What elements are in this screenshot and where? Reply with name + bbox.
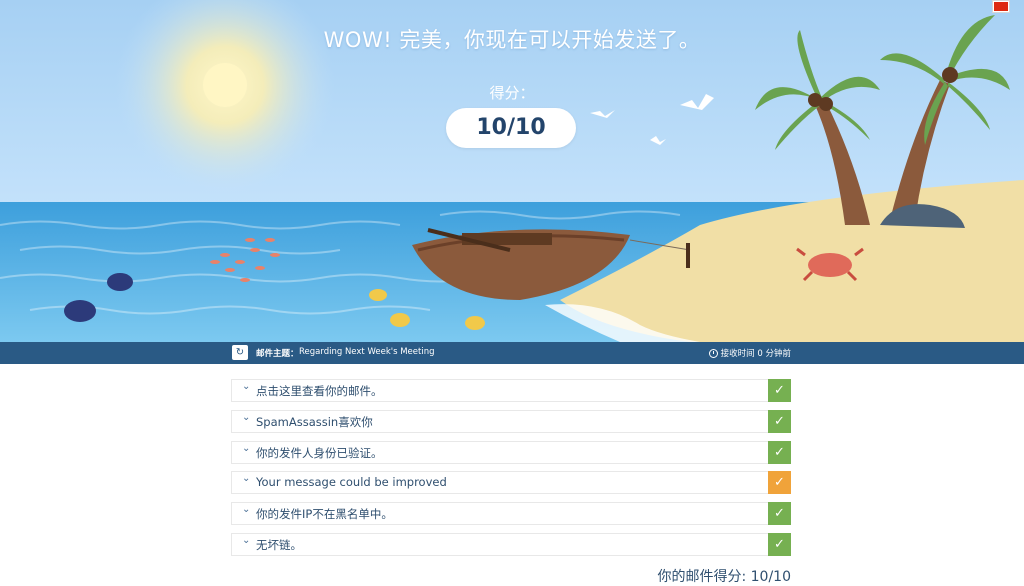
check-item-broken-links[interactable]: ⌄ 无坏链。 ✓ — [231, 532, 791, 556]
check-item-message-improved[interactable]: ⌄ Your message could be improved ✓ — [231, 471, 791, 495]
check-label: 点击这里查看你的邮件。 — [256, 384, 383, 398]
check-icon: ✓ — [768, 409, 791, 433]
check-label: Your message could be improved — [256, 475, 447, 490]
chevron-down-icon: ⌄ — [242, 504, 251, 516]
chevron-down-icon: ⌄ — [242, 411, 251, 423]
subject-label: 邮件主题： — [256, 349, 299, 359]
received-time: 接收时间 0 分钟前 — [708, 347, 791, 359]
score-value: 10/10 — [446, 108, 576, 148]
refresh-button[interactable]: ↻ — [232, 345, 248, 360]
check-label: SpamAssassin喜欢你 — [256, 414, 373, 429]
mail-score-summary: 你的邮件得分: 10/10 — [657, 569, 791, 585]
check-label: 你的发件IP不在黑名单中。 — [256, 507, 393, 522]
clock-icon — [708, 348, 718, 358]
check-icon: ✓ — [768, 532, 791, 556]
check-item-view-mail[interactable]: ⌄ 点击这里查看你的邮件。 ✓ — [231, 379, 791, 402]
check-item-sender-auth[interactable]: ⌄ 你的发件人身份已验证。 ✓ — [231, 440, 791, 464]
chevron-down-icon: ⌄ — [242, 381, 251, 392]
refresh-icon: ↻ — [235, 347, 245, 358]
received-text: 接收时间 0 分钟前 — [720, 349, 791, 359]
score-label: 得分： — [489, 84, 535, 102]
message-info-bar: ↻ 邮件主题： Regarding Next Week's Meeting 接收… — [0, 342, 1024, 364]
chevron-down-icon: ⌄ — [242, 442, 251, 454]
check-label: 你的发件人身份已验证。 — [256, 445, 383, 460]
chevron-down-icon: ⌄ — [242, 473, 251, 485]
check-label: 无坏链。 — [256, 537, 302, 552]
check-list: ⌄ 点击这里查看你的邮件。 ✓ ⌄ SpamAssassin喜欢你 ✓ ⌄ 你的… — [231, 379, 791, 564]
chevron-down-icon: ⌄ — [242, 534, 251, 546]
flag-cn-icon[interactable] — [992, 0, 1010, 13]
check-icon: ✓ — [768, 502, 791, 526]
beach-hero: WOW! 完美，你现在可以开始发送了。 得分： 10/10 — [0, 0, 1024, 342]
check-icon: ✓ — [768, 471, 791, 495]
success-headline: WOW! 完美，你现在可以开始发送了。 — [323, 28, 701, 52]
check-item-spamassassin[interactable]: ⌄ SpamAssassin喜欢你 ✓ — [231, 409, 791, 433]
subject-value: Regarding Next Week's Meeting — [299, 347, 435, 357]
check-icon: ✓ — [768, 440, 791, 464]
check-item-blacklist[interactable]: ⌄ 你的发件IP不在黑名单中。 ✓ — [231, 502, 791, 526]
check-icon: ✓ — [768, 379, 791, 402]
